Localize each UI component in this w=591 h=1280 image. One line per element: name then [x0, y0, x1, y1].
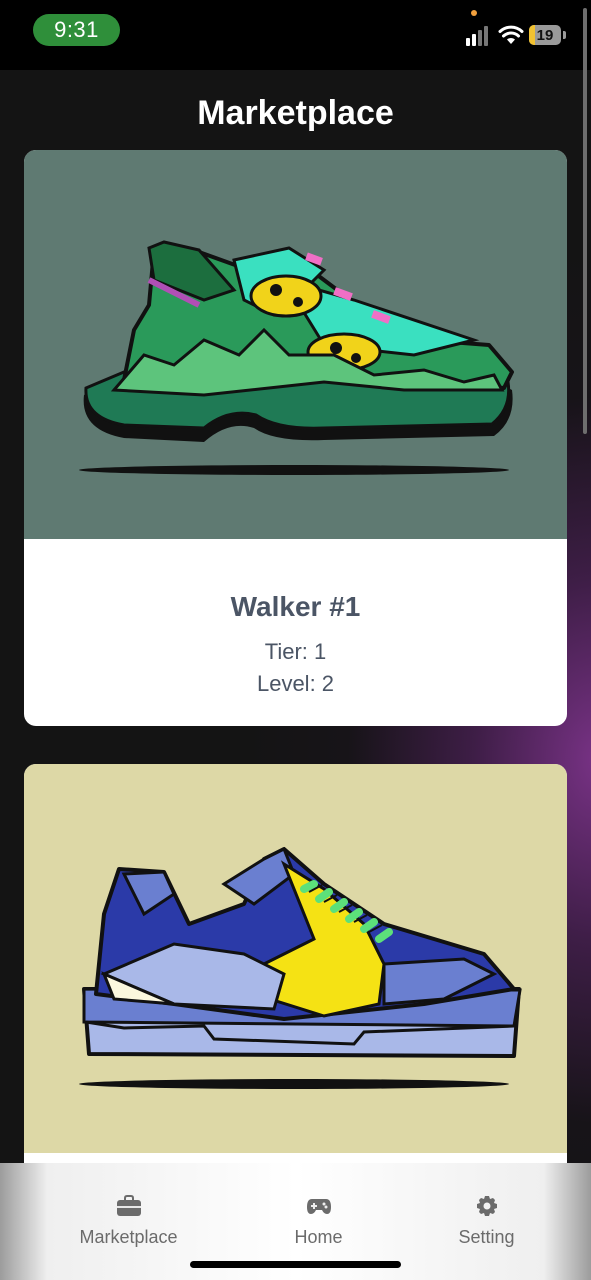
sneaker-card[interactable]: Walker #1 Tier: 1 Level: 2: [24, 150, 567, 726]
battery-fill: [529, 25, 535, 45]
blue-yellow-sneaker-illustration: [79, 846, 522, 1089]
status-time: 9:31: [33, 14, 120, 46]
battery-indicator: 19: [529, 25, 561, 45]
tab-label: Home: [294, 1227, 343, 1247]
sneaker-level: Level: 2: [256, 671, 335, 696]
cellular-signal-icon: [466, 26, 488, 46]
battery-tip: [563, 31, 566, 39]
camera-indicator-icon: [471, 10, 477, 16]
green-sneaker-illustration: [79, 240, 514, 475]
sneaker-image: [24, 150, 567, 539]
home-indicator[interactable]: [190, 1261, 401, 1268]
gamepad-icon: [306, 1199, 331, 1214]
sneaker-tier: Tier: 1: [264, 639, 327, 664]
gear-icon: [476, 1196, 497, 1216]
tab-marketplace[interactable]: Marketplace: [30, 1163, 227, 1263]
tab-label: Setting: [458, 1227, 515, 1247]
briefcase-icon: [116, 1195, 141, 1216]
tab-setting[interactable]: Setting: [388, 1163, 585, 1263]
sneaker-card[interactable]: [24, 764, 567, 1184]
wifi-icon: [498, 25, 524, 44]
status-bar: 9:31 19: [0, 0, 591, 434]
sneaker-name: Walker #1: [230, 591, 361, 622]
card-info: Walker #1 Tier: 1 Level: 2: [24, 539, 567, 726]
page-title: Marketplace: [197, 94, 394, 132]
sneaker-image: [24, 764, 567, 1153]
scroll-indicator[interactable]: [583, 8, 587, 434]
tab-label: Marketplace: [79, 1227, 178, 1247]
battery-level: 19: [536, 26, 554, 44]
